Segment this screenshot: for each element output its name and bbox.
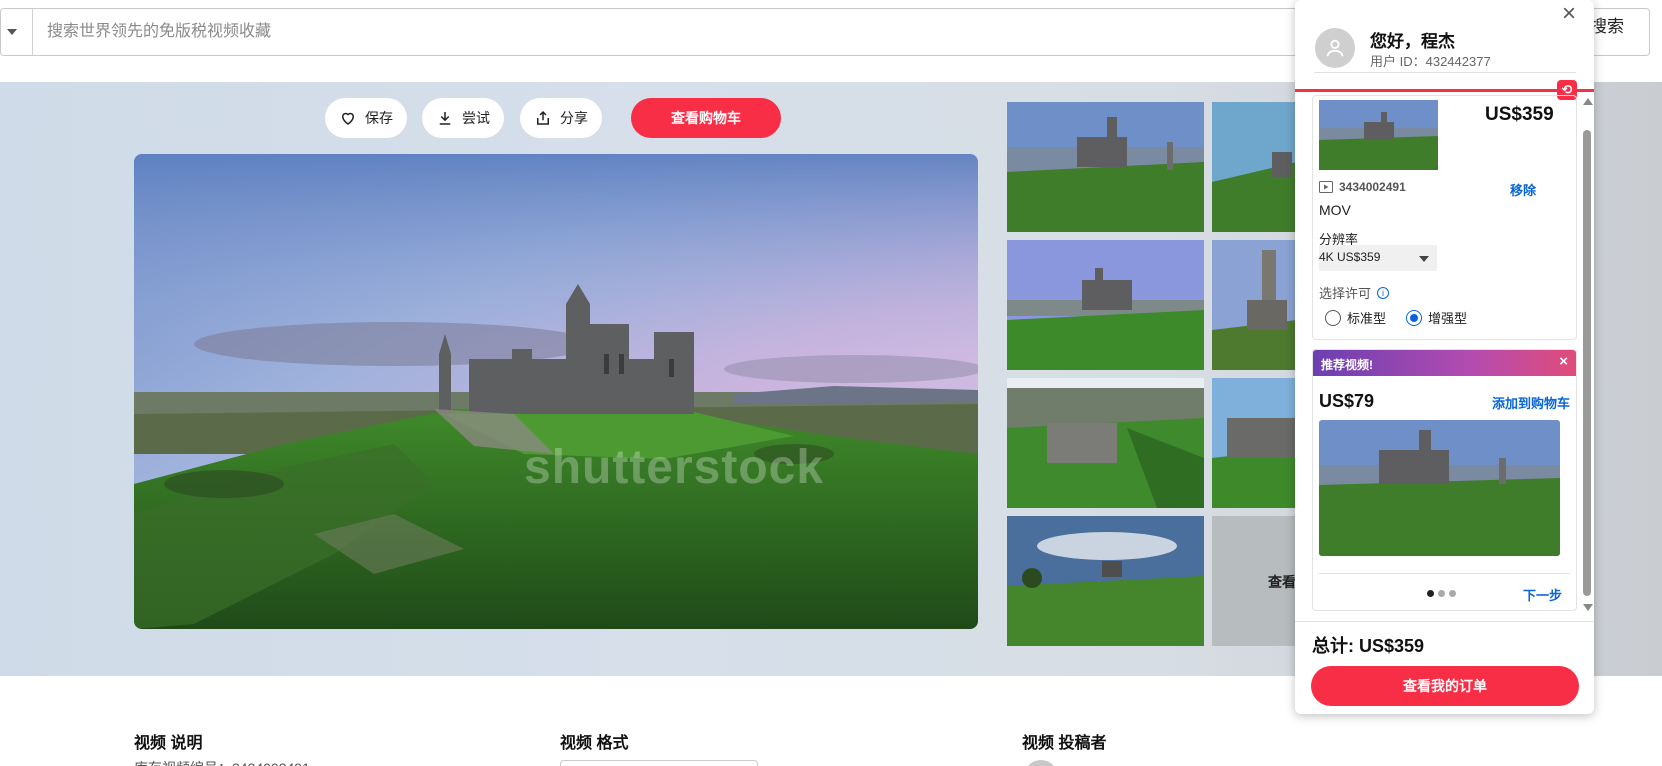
red-accent-bar <box>1295 89 1594 92</box>
recommendation-header: 推荐视频! × <box>1313 350 1576 376</box>
heart-icon <box>341 112 355 125</box>
popup-close-icon[interactable]: × <box>1562 2 1576 26</box>
cart-total: 总计: US$359 <box>1312 636 1425 656</box>
video-watermark: shutterstock <box>524 441 825 494</box>
view-cart-button[interactable]: 查看购物车 <box>631 98 781 138</box>
recommendation-price: US$79 <box>1319 391 1375 411</box>
recommendation-thumbnail[interactable] <box>1319 420 1560 556</box>
castle-scene-image <box>134 154 978 629</box>
info-icon[interactable]: i <box>1377 286 1390 299</box>
radio-checked-icon <box>1406 309 1422 326</box>
carousel-dot-active[interactable] <box>1427 590 1434 597</box>
recommendation-next-button[interactable]: 下一步 <box>1523 585 1562 604</box>
radio-unchecked-icon <box>1325 309 1341 326</box>
download-icon <box>439 112 451 125</box>
video-format-title: 视频 格式 <box>560 735 629 752</box>
search-divider <box>32 9 33 55</box>
thumb-image <box>1212 102 1297 232</box>
share-icon <box>537 110 549 125</box>
carousel-dot[interactable] <box>1449 590 1456 597</box>
recommendation-header-text: 推荐视频! <box>1321 358 1373 372</box>
contributor-avatar[interactable] <box>1024 760 1058 766</box>
cart-item-format: MOV <box>1319 202 1351 218</box>
popup-divider <box>1314 72 1576 73</box>
thumb-image <box>1212 240 1297 370</box>
cart-item-id-text: 3434002491 <box>1339 180 1406 194</box>
thumb-image <box>1007 516 1204 646</box>
recommendation-card: 推荐视频! × US$79 添加到购物车 下一步 <box>1312 349 1577 611</box>
thumb-image <box>1007 378 1204 508</box>
view-orders-button[interactable]: 查看我的订单 <box>1311 666 1579 706</box>
scroll-down-icon[interactable] <box>1583 604 1593 611</box>
save-button[interactable]: 保存 <box>325 98 407 138</box>
popup-scrollbar[interactable] <box>1583 130 1591 596</box>
thumb-image <box>1319 100 1438 170</box>
search-button[interactable]: 搜索 <box>1590 12 1624 37</box>
carousel-dots[interactable] <box>1427 590 1456 597</box>
save-label: 保存 <box>365 110 393 126</box>
gallery-more-label[interactable]: 查看 <box>1268 572 1296 592</box>
gallery-thumb-1[interactable] <box>1007 102 1204 232</box>
share-label: 分享 <box>560 110 588 126</box>
resolution-value: 4K US$359 <box>1319 250 1381 264</box>
cart-item-id: 3434002491 <box>1319 180 1406 194</box>
gallery-thumb-2[interactable] <box>1212 102 1297 232</box>
video-icon <box>1319 181 1333 193</box>
share-button[interactable]: 分享 <box>520 98 602 138</box>
license-radio-enhanced[interactable]: 增强型 <box>1406 308 1467 327</box>
try-button[interactable]: 尝试 <box>422 98 504 138</box>
user-avatar <box>1315 28 1355 68</box>
carousel-dot[interactable] <box>1438 590 1445 597</box>
video-description-sub: 库存视频编号：3434002491 <box>134 758 310 766</box>
gallery-thumb-6[interactable] <box>1212 378 1297 508</box>
scroll-up-icon[interactable] <box>1583 98 1593 105</box>
thumb-image <box>1007 102 1204 232</box>
video-description-title: 视频 说明 <box>134 735 203 752</box>
recommendation-close-icon[interactable]: × <box>1559 354 1568 370</box>
license-label: 选择许可 i <box>1319 283 1390 302</box>
license-radio-standard[interactable]: 标准型 <box>1325 308 1386 327</box>
recommendation-divider <box>1319 573 1570 574</box>
search-category-dropdown-icon[interactable] <box>7 29 17 35</box>
gallery-thumb-7[interactable] <box>1007 516 1204 646</box>
video-contributor-title: 视频 投稿者 <box>1022 735 1107 752</box>
main-video-preview[interactable]: shutterstock <box>134 154 978 629</box>
user-icon <box>1326 39 1344 57</box>
chevron-down-icon <box>1419 256 1429 262</box>
thumb-image <box>1007 240 1204 370</box>
add-to-cart-button[interactable]: 添加到购物车 <box>1492 393 1570 412</box>
thumb-image <box>1212 378 1297 508</box>
gallery-thumb-5[interactable] <box>1007 378 1204 508</box>
license-option-label: 标准型 <box>1347 311 1387 326</box>
gallery-thumb-3[interactable] <box>1007 240 1204 370</box>
gallery-thumb-4[interactable] <box>1212 240 1297 370</box>
license-label-text: 选择许可 <box>1319 286 1372 301</box>
license-option-label: 增强型 <box>1428 311 1468 326</box>
try-label: 尝试 <box>462 110 490 126</box>
total-divider <box>1295 621 1594 622</box>
cart-popup: × 您好，程杰 用户 ID：432442377 ⟲ US$359 3434002… <box>1295 0 1594 714</box>
thumb-image <box>1319 420 1560 556</box>
cart-item-thumbnail[interactable] <box>1319 100 1438 170</box>
remove-item-button[interactable]: 移除 <box>1510 180 1536 199</box>
user-id: 用户 ID：432442377 <box>1370 54 1491 69</box>
format-select[interactable] <box>560 760 758 766</box>
cart-item-price: US$359 <box>1485 104 1554 125</box>
search-input[interactable] <box>47 20 1247 44</box>
resolution-select[interactable]: 4K US$359 <box>1319 245 1437 271</box>
user-greeting: 您好，程杰 <box>1370 32 1455 51</box>
